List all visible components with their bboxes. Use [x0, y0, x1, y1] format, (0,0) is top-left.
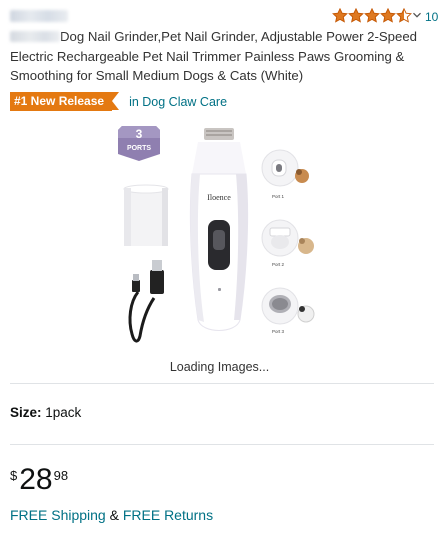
port-1-label: Port 1 — [272, 194, 285, 199]
size-label: Size: — [10, 405, 42, 420]
title-brand-redacted — [10, 31, 60, 42]
device-brand: Iloence — [207, 193, 231, 202]
port-1-thumb: Port 1 — [261, 149, 309, 199]
star-icon — [332, 8, 348, 23]
product-image[interactable]: 3 PORTS Iloence Port 1 Port 2 Port 3 — [110, 120, 330, 352]
free-shipping-link[interactable]: FREE Shipping — [10, 507, 106, 523]
price: $ 28 98 — [10, 464, 68, 500]
brand-name-redacted[interactable] — [10, 10, 68, 22]
size-row: Size: 1pack — [10, 405, 81, 420]
usb-cable — [128, 260, 164, 343]
port-2-thumb: Port 2 — [261, 219, 314, 267]
cap-piece — [123, 184, 169, 246]
price-fraction: 98 — [53, 468, 69, 483]
price-whole: 28 — [19, 463, 53, 496]
review-count-link[interactable]: 102 — [425, 10, 439, 24]
star-icon — [364, 8, 380, 23]
badge-row: #1 New Release in Dog Claw Care — [10, 92, 227, 111]
shipping-ampersand: & — [109, 507, 119, 523]
port-3-label: Port 3 — [272, 329, 285, 334]
star-rating[interactable] — [332, 8, 412, 23]
price-symbol: $ — [10, 468, 18, 483]
size-value: 1pack — [45, 405, 82, 420]
new-release-badge[interactable]: #1 New Release — [10, 92, 120, 111]
star-icon — [380, 8, 396, 23]
star-icon — [396, 8, 412, 23]
port-3-thumb: Port 3 — [261, 287, 315, 334]
loading-images-text: Loading Images... — [169, 360, 270, 374]
port-2-label: Port 2 — [272, 262, 285, 267]
category-link[interactable]: in Dog Claw Care — [129, 95, 227, 109]
product-title[interactable]: Dog Nail Grinder,Pet Nail Grinder, Adjus… — [10, 27, 430, 86]
free-returns-link[interactable]: FREE Returns — [123, 507, 213, 523]
star-icon — [348, 8, 364, 23]
product-title-text[interactable]: Dog Nail Grinder,Pet Nail Grinder, Adjus… — [10, 29, 417, 83]
chevron-down-icon[interactable] — [412, 10, 422, 20]
divider — [10, 383, 434, 384]
top-row: 102 — [10, 6, 439, 26]
divider — [10, 444, 434, 445]
ports-badge-text: PORTS — [127, 145, 151, 152]
ports-badge-number: 3 — [136, 127, 143, 141]
shipping-row: FREE Shipping & FREE Returns — [10, 507, 213, 523]
grinder-body: Iloence — [189, 128, 249, 331]
ports-badge: 3 PORTS — [118, 126, 160, 161]
